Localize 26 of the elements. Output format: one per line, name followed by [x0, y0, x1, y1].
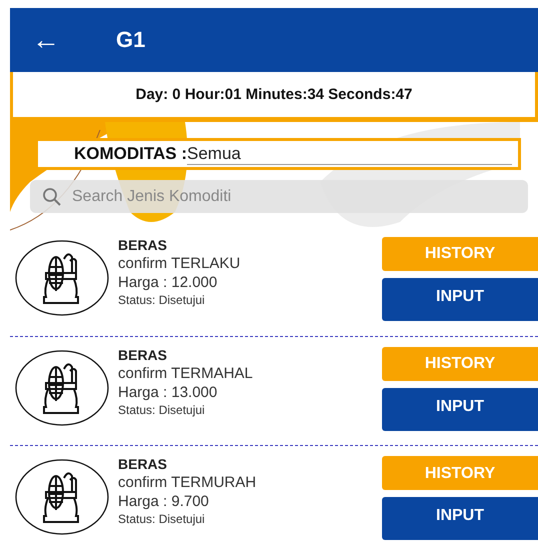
filter-label: KOMODITAS : [74, 144, 188, 164]
confirm-label: confirm TERMURAH [118, 474, 258, 492]
screen-title: G1 [116, 26, 146, 53]
price-text: Harga : 13.000 [118, 384, 218, 400]
commodity-filter[interactable]: KOMODITAS :Semua [35, 138, 521, 170]
rice-sack-icon [14, 348, 110, 426]
input-button[interactable]: INPUT [382, 278, 538, 321]
price-text: Harga : 12.000 [118, 274, 218, 291]
status-text: Status: Disetujui [118, 292, 206, 307]
rice-sack-icon [14, 458, 110, 536]
input-button[interactable]: INPUT [382, 497, 538, 540]
commodity-name: BERAS [118, 456, 168, 472]
countdown-timer: Day: 0 Hour:01 Minutes:34 Seconds:47 [10, 72, 538, 122]
commodity-name: BERAS [118, 346, 168, 362]
status-text: Status: Disetujui [118, 402, 206, 416]
price-text: Harga : 9.700 [118, 493, 210, 510]
status-text: Status: Disetujui [118, 512, 206, 526]
search-field[interactable]: Search Jenis Komoditi [30, 180, 528, 214]
rice-sack-icon [14, 238, 110, 317]
confirm-label: confirm TERMAHAL [118, 364, 254, 382]
input-button[interactable]: INPUT [382, 388, 538, 430]
filter-value: Semua [187, 144, 512, 165]
back-button[interactable]: ← [32, 26, 60, 54]
commodity-name: BERAS [118, 236, 168, 253]
confirm-label: confirm TERLAKU [118, 254, 242, 272]
search-icon [42, 187, 62, 208]
